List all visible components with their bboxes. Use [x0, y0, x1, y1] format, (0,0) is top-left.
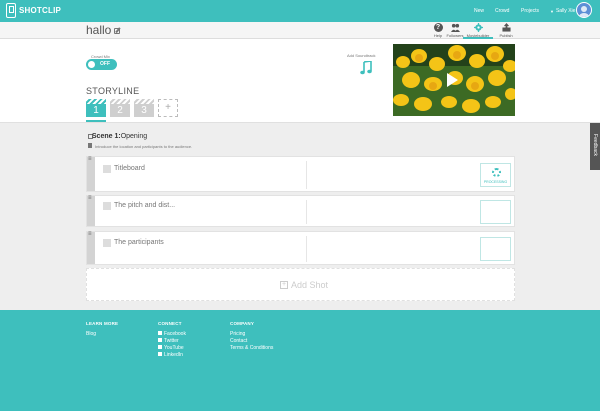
nav-crowd-link[interactable]: Crowd — [495, 0, 509, 22]
publish-label: Publish — [499, 33, 513, 38]
scene-description: Introduce the location and participants … — [95, 144, 193, 149]
scene-number: 2 — [117, 105, 123, 116]
shot-checkbox[interactable] — [103, 202, 111, 210]
help-icon: ? — [433, 23, 443, 32]
add-shot-label: Add Shot — [291, 280, 329, 290]
footer-link-twitter[interactable]: Twitter — [158, 338, 186, 345]
publish-button[interactable]: Publish — [494, 22, 518, 39]
user-menu[interactable]: ▼ Sally Xie — [550, 0, 575, 22]
shot-thumbnail[interactable]: PROCESSING — [480, 163, 511, 187]
footer-link-youtube[interactable]: YouTube — [158, 345, 186, 352]
twitter-icon — [158, 338, 162, 342]
followers-icon — [450, 23, 460, 32]
app-logo[interactable]: SHOTCLIP — [6, 3, 61, 18]
toggle-knob — [88, 61, 95, 68]
shot-row-3[interactable]: The participants — [86, 231, 515, 265]
top-nav-bar: SHOTCLIP New Crowd Projects ▼ Sally Xie — [0, 0, 600, 22]
shot-thumbnail[interactable] — [480, 200, 511, 224]
trash-icon[interactable] — [88, 143, 92, 148]
feedback-label: Feedback — [592, 134, 598, 156]
youtube-icon — [158, 345, 162, 349]
scene-heading: Scene 1:Opening — [88, 133, 147, 140]
shot-divider — [306, 236, 307, 262]
shot-title: Titleboard — [114, 165, 145, 172]
add-shot-button[interactable]: + Add Shot — [86, 268, 515, 301]
shot-divider — [306, 200, 307, 224]
moviebuilder-button[interactable]: Moviebuilder — [463, 22, 493, 39]
footer-link-blog[interactable]: Blog — [86, 331, 118, 338]
linkedin-icon — [158, 352, 162, 356]
caret-down-icon: ▼ — [550, 8, 554, 14]
processing-label: PROCESSING — [483, 180, 508, 184]
spinner-icon — [492, 168, 501, 177]
scene-tab-2[interactable]: 2 — [110, 99, 130, 117]
shot-checkbox[interactable] — [103, 239, 111, 247]
footer-company: COMPANY Pricing Contact Terms & Conditio… — [230, 321, 273, 352]
shot-row-1[interactable]: Titleboard PROCESSING — [86, 156, 515, 192]
footer-link-label: YouTube — [164, 345, 184, 351]
app-name: SHOTCLIP — [19, 6, 62, 15]
add-shot-content: + Add Shot — [280, 280, 328, 290]
feedback-tab[interactable]: Feedback — [590, 123, 600, 170]
footer-link-contact[interactable]: Contact — [230, 338, 273, 345]
shot-thumbnail[interactable] — [480, 237, 511, 261]
scene-tab-3[interactable]: 3 — [134, 99, 154, 117]
footer-link-linkedin[interactable]: LinkedIn — [158, 352, 186, 359]
facebook-icon — [158, 331, 162, 335]
page-title: hallo — [86, 23, 112, 37]
shot-divider — [306, 161, 307, 189]
active-scene-indicator — [86, 120, 106, 122]
footer-connect: CONNECT Facebook Twitter YouTube LinkedI… — [158, 321, 186, 359]
plus-icon: + — [280, 281, 288, 289]
add-scene-button[interactable]: + — [158, 99, 178, 117]
moviebuilder-icon — [473, 23, 483, 32]
scene-number: 1 — [93, 105, 99, 116]
footer-heading: COMPANY — [230, 321, 255, 326]
footer-heading: LEARN MORE — [86, 321, 119, 326]
drag-handle-icon[interactable] — [87, 156, 95, 191]
shot-checkbox[interactable] — [103, 165, 111, 173]
shotclip-logo-icon — [6, 3, 16, 18]
shot-title: The participants — [114, 239, 164, 246]
toggle-state-label: OFF — [100, 61, 110, 67]
scene-number: 3 — [141, 105, 147, 116]
crowd-mix-toggle[interactable]: OFF — [86, 59, 117, 70]
edit-title-icon[interactable] — [114, 28, 120, 34]
footer-link-label: LinkedIn — [164, 352, 183, 358]
footer-learn-more: LEARN MORE Blog — [86, 321, 118, 338]
user-name: Sally Xie — [555, 8, 576, 14]
play-icon[interactable] — [447, 73, 458, 87]
moviebuilder-label: Moviebuilder — [466, 33, 490, 38]
footer-heading: CONNECT — [158, 321, 182, 326]
project-panel: Crowd Mix OFF Add Soundtrack STORYLINE 1… — [0, 39, 600, 123]
shot-row-2[interactable]: The pitch and dist... — [86, 195, 515, 227]
nav-projects-link[interactable]: Projects — [521, 0, 539, 22]
shot-title: The pitch and dist... — [114, 202, 176, 209]
drag-handle-icon[interactable] — [87, 231, 95, 264]
footer: LEARN MORE Blog CONNECT Facebook Twitter… — [0, 310, 600, 411]
footer-link-terms[interactable]: Terms & Conditions — [230, 345, 273, 352]
storyline-heading: STORYLINE — [86, 86, 140, 96]
project-title-bar: hallo ? Help Followers Moviebuilder Publ… — [0, 22, 600, 39]
scene-tab-1[interactable]: 1 — [86, 99, 106, 117]
footer-link-label: Facebook — [164, 331, 186, 337]
scene-name: Opening — [120, 133, 148, 140]
scene-prefix: Scene 1: — [91, 133, 121, 140]
music-note-icon[interactable] — [360, 61, 372, 75]
nav-new-link[interactable]: New — [474, 0, 484, 22]
nav-new-label: New — [474, 8, 485, 14]
footer-link-label: Twitter — [164, 338, 179, 344]
footer-link-facebook[interactable]: Facebook — [158, 331, 186, 338]
publish-icon — [501, 23, 511, 32]
footer-link-pricing[interactable]: Pricing — [230, 331, 273, 338]
nav-crowd-label: Crowd — [495, 8, 510, 14]
avatar[interactable] — [576, 2, 592, 18]
drag-handle-icon[interactable] — [87, 195, 95, 226]
nav-projects-label: Projects — [521, 8, 540, 14]
add-soundtrack-label: Add Soundtrack — [347, 53, 376, 58]
video-preview[interactable] — [393, 44, 515, 116]
